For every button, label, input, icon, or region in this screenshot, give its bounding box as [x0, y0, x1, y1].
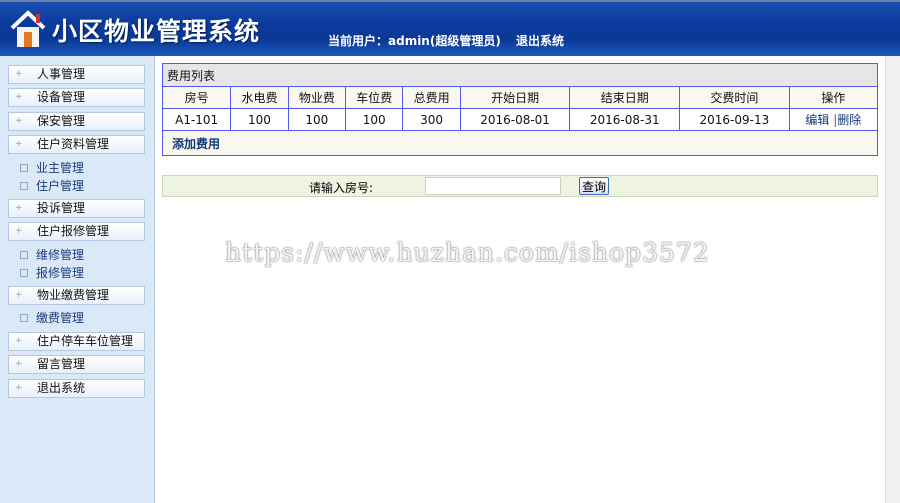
sidebar-sub-resident[interactable]: 住户管理: [20, 178, 84, 194]
cell-start: 2016-08-01: [459, 108, 571, 131]
label: 住户管理: [36, 179, 85, 193]
minus-box-icon: [20, 164, 28, 172]
add-fee-link[interactable]: 添加费用: [162, 130, 878, 156]
sidebar-item-fees[interactable]: + 物业缴费管理: [8, 286, 145, 305]
label: 设备管理: [37, 90, 86, 104]
cell-actions: 编辑 |删除: [788, 108, 879, 131]
house-logo-icon: [10, 10, 46, 47]
label: 投诉管理: [37, 201, 86, 215]
col-header: 交费时间: [679, 86, 790, 109]
sidebar-item-equipment[interactable]: + 设备管理: [8, 88, 145, 107]
label: 退出系统: [37, 381, 86, 395]
label: 保安管理: [37, 114, 86, 128]
col-header: 物业费: [287, 86, 347, 109]
plus-icon: +: [15, 139, 23, 149]
minus-box-icon: [20, 251, 28, 259]
plus-icon: +: [15, 359, 23, 369]
label: 住户停车车位管理: [37, 334, 134, 348]
col-header: 水电费: [230, 86, 289, 109]
col-header: 总费用: [402, 86, 461, 109]
table-caption: 费用列表: [162, 63, 878, 87]
sidebar: + 人事管理 + 设备管理 + 保安管理 + 住户资料管理 业主管理 住户管理 + 投诉管…: [0, 56, 155, 503]
col-header: 开始日期: [459, 86, 571, 109]
room-number-input[interactable]: [425, 177, 561, 195]
label: 人事管理: [37, 67, 86, 81]
col-header: 结束日期: [569, 86, 681, 109]
cell-utility: 100: [230, 108, 289, 131]
room-label: 请输入房号:: [309, 181, 374, 195]
sidebar-item-exit[interactable]: + 退出系统: [8, 379, 145, 398]
sidebar-sub-maintenance[interactable]: 维修管理: [20, 247, 84, 263]
minus-box-icon: [20, 269, 28, 277]
app-title: 小区物业管理系统: [52, 17, 261, 46]
query-button[interactable]: 查询: [579, 177, 609, 195]
col-header: 车位费: [345, 86, 404, 109]
label: 维修管理: [36, 248, 85, 262]
label: 缴费管理: [36, 311, 85, 325]
cell-end: 2016-08-31: [569, 108, 681, 131]
label: 物业缴费管理: [37, 288, 110, 302]
sidebar-item-security[interactable]: + 保安管理: [8, 112, 145, 131]
current-user: 当前用户：admin(超级管理员): [328, 34, 501, 48]
table-row: A1-101 100 100 100 300 2016-08-01 2016-0…: [161, 108, 879, 131]
logout-link[interactable]: 退出系统: [516, 32, 564, 49]
label: 业主管理: [36, 161, 85, 175]
sidebar-sub-payment[interactable]: 缴费管理: [20, 310, 84, 326]
cell-paid: 2016-09-13: [679, 108, 790, 131]
col-header: 房号: [161, 86, 232, 109]
plus-icon: +: [15, 336, 23, 346]
watermark: https://www.huzhan.com/ishop3572: [225, 238, 710, 267]
sidebar-item-complaint[interactable]: + 投诉管理: [8, 199, 145, 218]
plus-icon: +: [15, 92, 23, 102]
table-header-row: 房号 水电费 物业费 车位费 总费用 开始日期 结束日期 交费时间 操作: [161, 86, 879, 109]
plus-icon: +: [15, 69, 23, 79]
label: 报修管理: [36, 266, 85, 280]
label: 住户报修管理: [37, 224, 110, 238]
label: 住户资料管理: [37, 137, 110, 151]
sidebar-item-repair[interactable]: + 住户报修管理: [8, 222, 145, 241]
minus-box-icon: [20, 314, 28, 322]
plus-icon: +: [15, 290, 23, 300]
search-bar: 请输入房号: 查询: [162, 175, 878, 197]
cell-parking: 100: [345, 108, 404, 131]
scrollbar[interactable]: [885, 56, 900, 503]
sidebar-item-messages[interactable]: + 留言管理: [8, 355, 145, 374]
cell-total: 300: [402, 108, 461, 131]
minus-box-icon: [20, 182, 28, 190]
cell-property: 100: [287, 108, 347, 131]
sidebar-sub-repair-report[interactable]: 报修管理: [20, 265, 84, 281]
edit-link[interactable]: 编辑: [805, 113, 829, 127]
header: 小区物业管理系统 当前用户：admin(超级管理员) 退出系统: [0, 0, 900, 56]
plus-icon: +: [15, 226, 23, 236]
fee-list-panel: 费用列表 房号 水电费 物业费 车位费 总费用 开始日期 结束日期 交费时间 操…: [161, 63, 879, 156]
plus-icon: +: [15, 203, 23, 213]
sidebar-item-resident-info[interactable]: + 住户资料管理: [8, 135, 145, 154]
label: 留言管理: [37, 357, 86, 371]
plus-icon: +: [15, 383, 23, 393]
fee-table: 费用列表 房号 水电费 物业费 车位费 总费用 开始日期 结束日期 交费时间 操…: [161, 63, 879, 156]
cell-room: A1-101: [161, 108, 232, 131]
plus-icon: +: [15, 116, 23, 126]
sidebar-sub-owner[interactable]: 业主管理: [20, 160, 84, 176]
sidebar-item-hr[interactable]: + 人事管理: [8, 65, 145, 84]
col-header: 操作: [788, 86, 879, 109]
delete-link[interactable]: 删除: [837, 113, 861, 127]
sidebar-item-parking[interactable]: + 住户停车车位管理: [8, 332, 145, 351]
